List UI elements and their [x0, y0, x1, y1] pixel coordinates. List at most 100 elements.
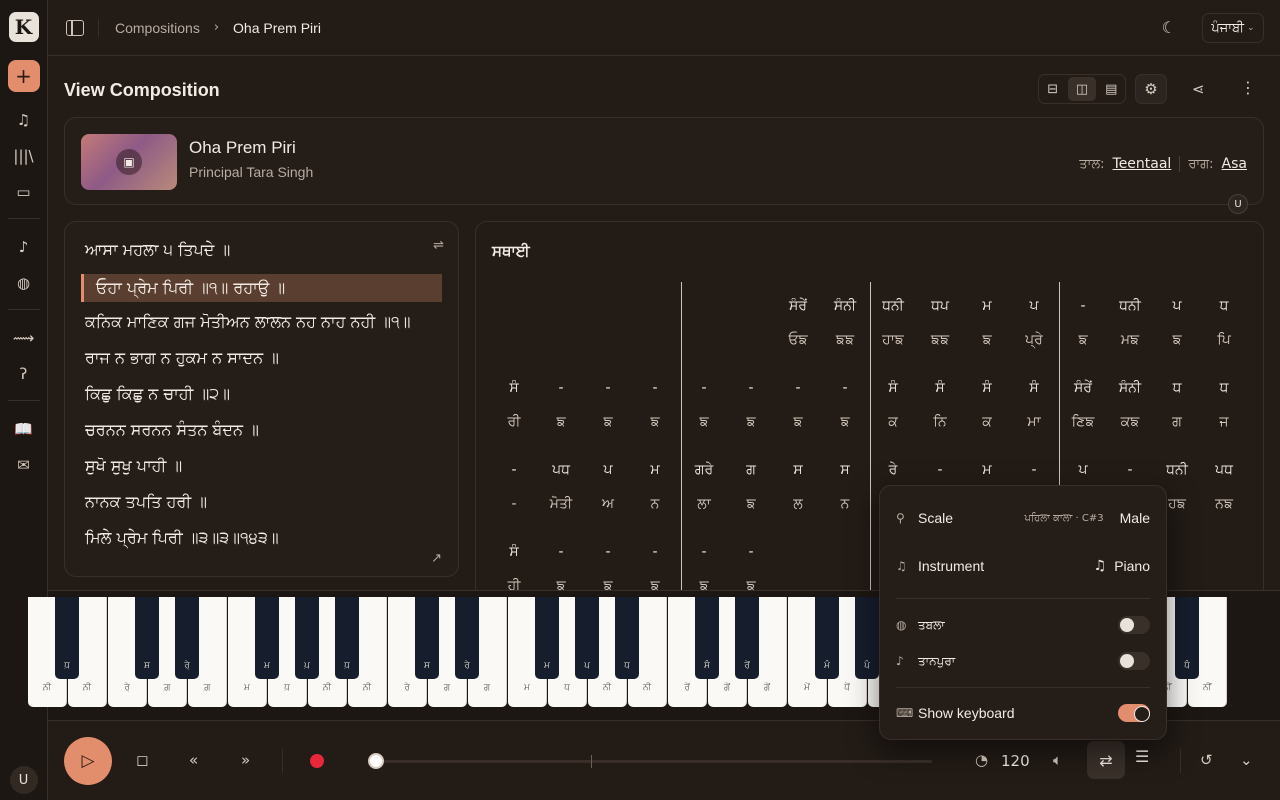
music-note-icon[interactable]: ♫: [8, 106, 40, 134]
swar-note[interactable]: -: [780, 380, 816, 396]
swar-note[interactable]: ਗ: [733, 462, 769, 478]
split-horizontal-icon[interactable]: ⊟: [1039, 75, 1066, 103]
swar-note[interactable]: -: [496, 462, 532, 478]
swar-note[interactable]: -: [543, 380, 579, 396]
lyric-line[interactable]: ਆਸਾ ਮਹਲਾ ੫ ਤਿਪਦੇ ॥: [85, 240, 230, 260]
lyric-line[interactable]: ਮਿਲੇ ਪ੍ਰੇਮ ਪਿਰੀ ॥੩॥੩॥੧੪੩॥: [85, 528, 279, 548]
piano-black-key[interactable]: ਰੇਂ: [735, 597, 759, 679]
swar-note[interactable]: ਧ: [1159, 380, 1195, 396]
lyric-line[interactable]: ਕਨਿਕ ਮਾਣਿਕ ਗਜ ਮੋਤੀਅਨ ਲਾਲਨ ਨਹ ਨਾਹ ਨਹੀ ॥੧॥: [85, 312, 411, 332]
swar-note[interactable]: ਰੇ: [875, 462, 911, 478]
swar-note[interactable]: -: [590, 380, 626, 396]
swar-note[interactable]: ਮ: [969, 462, 1005, 478]
lyric-line[interactable]: ਨਾਨਕ ਤਪਤਿ ਹਰੀ ॥: [85, 492, 207, 512]
swar-note[interactable]: ਧ: [1206, 298, 1242, 314]
swar-note[interactable]: ਪਧ: [1206, 462, 1242, 478]
taal-link[interactable]: Teentaal: [1113, 156, 1172, 172]
app-logo[interactable]: K: [8, 12, 39, 42]
swar-note[interactable]: ਮ: [969, 298, 1005, 314]
lyric-line[interactable]: ਰਾਜ ਨ ਭਾਗ ਨ ਹੁਕਮ ਨ ਸਾਦਨ ॥: [85, 348, 279, 368]
breadcrumb-compositions[interactable]: Compositions: [115, 20, 200, 36]
swar-note[interactable]: ਸ: [780, 462, 816, 478]
record-button[interactable]: [310, 754, 324, 768]
volume-icon[interactable]: 🔈︎: [1053, 751, 1062, 769]
external-link-icon[interactable]: ↗: [431, 551, 442, 566]
swar-note[interactable]: ਸੰ: [496, 380, 532, 396]
progress-track[interactable]: [376, 755, 932, 768]
swar-note[interactable]: ਪਧ: [543, 462, 579, 478]
library-icon[interactable]: |||\: [8, 142, 40, 170]
piano-black-key[interactable]: ਧ: [615, 597, 639, 679]
book-icon[interactable]: 📖: [8, 415, 40, 443]
piano-black-key[interactable]: ਪ: [575, 597, 599, 679]
split-vertical-icon[interactable]: ◫: [1068, 77, 1096, 101]
language-select[interactable]: ਪੰਜਾਬੀ ⌄: [1202, 13, 1264, 43]
swar-note[interactable]: -: [733, 544, 769, 560]
composition-thumbnail[interactable]: ▣: [81, 134, 177, 190]
tanpura-toggle[interactable]: [1118, 652, 1150, 670]
tuner-icon[interactable]: ⟿: [8, 324, 40, 352]
swar-note[interactable]: ਸੰਨੀ: [827, 298, 863, 314]
instrument-value[interactable]: Piano: [1114, 558, 1150, 574]
swar-note[interactable]: ਸੰ: [922, 380, 958, 396]
swar-note[interactable]: -: [922, 462, 958, 478]
swar-note[interactable]: ਸੰਨੀ: [1112, 380, 1148, 396]
swar-note[interactable]: ਧਪ: [922, 298, 958, 314]
lyric-line-active[interactable]: ਓਹਾ ਪ੍ਰੇਮ ਪਿਰੀ ॥੧॥ ਰਹਾਉ ॥: [81, 274, 442, 302]
show-keyboard-toggle[interactable]: [1118, 704, 1150, 722]
swar-note[interactable]: ਸੰ: [875, 380, 911, 396]
swar-note[interactable]: ਸੰ: [969, 380, 1005, 396]
document-icon[interactable]: ▤: [1098, 75, 1125, 103]
swar-note[interactable]: -: [686, 380, 722, 396]
piano-black-key[interactable]: ਧ਼: [55, 597, 79, 679]
swar-note[interactable]: ਧਨੀ: [875, 298, 911, 314]
piano-black-key[interactable]: ਰੇ਼: [175, 597, 199, 679]
swar-note[interactable]: -: [590, 544, 626, 560]
swar-note[interactable]: ਸੰ: [1016, 380, 1052, 396]
piano-black-key[interactable]: ਸ: [415, 597, 439, 679]
piano-black-key[interactable]: ਮ: [535, 597, 559, 679]
user-avatar[interactable]: U: [9, 766, 38, 794]
swar-note[interactable]: ਸੰ: [496, 544, 532, 560]
swar-note[interactable]: ਸੰਰੇਂ: [780, 298, 816, 314]
swar-note[interactable]: ਪ: [1159, 298, 1195, 314]
tempo-value[interactable]: 120: [1001, 752, 1030, 770]
swar-note[interactable]: ਧਨੀ: [1112, 298, 1148, 314]
tabla-toggle[interactable]: [1118, 616, 1150, 634]
swar-note[interactable]: ਧ: [1206, 380, 1242, 396]
piano-black-key[interactable]: ਮ਼: [255, 597, 279, 679]
add-composition-button[interactable]: +: [7, 60, 40, 92]
swar-note[interactable]: -: [1112, 462, 1148, 478]
ear-icon[interactable]: ʔ: [8, 360, 40, 388]
user-badge[interactable]: U: [1228, 194, 1248, 214]
swar-note[interactable]: -: [637, 544, 673, 560]
piano-black-key[interactable]: ਰੇ: [455, 597, 479, 679]
loop-button[interactable]: ⇄: [1087, 741, 1125, 779]
lyric-line[interactable]: ਸੁਖੋ ਸੁਖੁ ਪਾਹੀ ॥: [85, 456, 182, 476]
piano-black-key[interactable]: ਸ਼: [135, 597, 159, 679]
swar-note[interactable]: ਸੰਰੇਂ: [1065, 380, 1101, 396]
card-icon[interactable]: ▭: [8, 178, 40, 206]
raag-link[interactable]: Asa: [1222, 156, 1247, 172]
toggle-sidebar-icon[interactable]: [66, 19, 84, 36]
reset-icon[interactable]: ↺: [1200, 751, 1213, 769]
stop-icon[interactable]: ◻: [136, 751, 148, 769]
fast-forward-icon[interactable]: »: [241, 751, 250, 769]
piano-black-key[interactable]: ਸੰ: [695, 597, 719, 679]
lyric-line[interactable]: ਕਿਛੁ ਕਿਛੁ ਨ ਚਾਹੀ ॥੨॥: [85, 384, 230, 404]
lyric-line[interactable]: ਚਰਨਨ ਸਰਨਨ ਸੰਤਨ ਬੰਦਨ ॥: [85, 420, 259, 440]
moon-icon[interactable]: ☾: [1162, 18, 1176, 37]
rewind-icon[interactable]: «: [189, 751, 198, 769]
progress-handle[interactable]: [368, 753, 384, 769]
gear-icon[interactable]: ⚙: [1135, 74, 1167, 104]
piano-black-key[interactable]: ਮੰ: [815, 597, 839, 679]
play-button[interactable]: ▷: [64, 737, 112, 785]
tabla-icon[interactable]: ◍: [8, 269, 40, 297]
swar-note[interactable]: ਸ: [827, 462, 863, 478]
swar-note[interactable]: -: [686, 544, 722, 560]
swar-note[interactable]: -: [1065, 298, 1101, 314]
share-icon[interactable]: ⋖: [1192, 80, 1205, 98]
mail-icon[interactable]: ✉: [8, 451, 40, 479]
swar-note[interactable]: ਗਰੇ: [686, 462, 722, 478]
sliders-icon[interactable]: ☰: [1135, 747, 1149, 766]
